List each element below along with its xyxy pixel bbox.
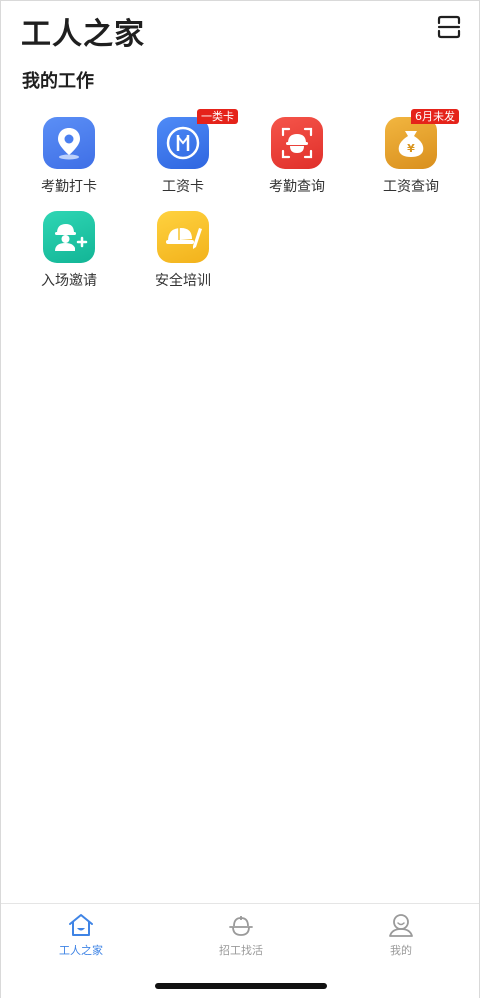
tile-label: 考勤打卡: [41, 179, 97, 195]
tile-label: 工资卡: [162, 179, 204, 195]
tab-label: 工人之家: [59, 944, 103, 957]
face-scan-icon: [271, 117, 323, 169]
tile-label: 安全培训: [155, 273, 211, 289]
helmet-training-icon: [157, 211, 209, 263]
money-bag-icon: ¥: [385, 117, 437, 169]
tab-home[interactable]: 工人之家: [21, 912, 141, 962]
location-pin-icon: [43, 117, 95, 169]
tile-salary-card[interactable]: 一类卡 工资卡: [126, 109, 240, 195]
tile-label: 入场邀请: [41, 273, 97, 289]
profile-icon: [389, 914, 413, 937]
header: 工人之家: [21, 9, 461, 52]
tile-label: 工资查询: [383, 179, 439, 195]
tab-label: 招工找活: [219, 944, 263, 957]
tile-safety-training[interactable]: 安全培训: [126, 209, 240, 289]
tab-profile[interactable]: 我的: [341, 912, 461, 962]
home-indicator: [155, 983, 327, 989]
tile-salary-query[interactable]: ¥ 6月未发 工资查询: [354, 109, 468, 195]
tile-attendance-checkin[interactable]: 考勤打卡: [12, 115, 126, 195]
tab-recruit[interactable]: 招工找活: [181, 912, 301, 962]
svg-text:¥: ¥: [407, 142, 415, 155]
hardhat-icon: [229, 916, 253, 936]
tile-entry-invite[interactable]: 入场邀请: [12, 209, 126, 289]
page-title: 工人之家: [21, 17, 145, 52]
tab-label: 我的: [390, 944, 412, 957]
section-title: 我的工作: [22, 71, 94, 92]
scan-icon: [437, 15, 461, 39]
scan-button[interactable]: [437, 15, 461, 39]
worker-add-icon: [43, 211, 95, 263]
tile-attendance-query[interactable]: 考勤查询: [240, 115, 354, 195]
app-screen: 工人之家 我的工作 考勤打卡 一类卡 工资卡 考勤查询 ¥ 6月未发 工资查询 …: [0, 0, 480, 998]
card-type-badge: 一类卡: [197, 109, 238, 124]
home-icon: [69, 914, 93, 936]
unpaid-badge: 6月未发: [411, 109, 459, 124]
salary-card-icon: [157, 117, 209, 169]
tile-label: 考勤查询: [269, 179, 325, 195]
